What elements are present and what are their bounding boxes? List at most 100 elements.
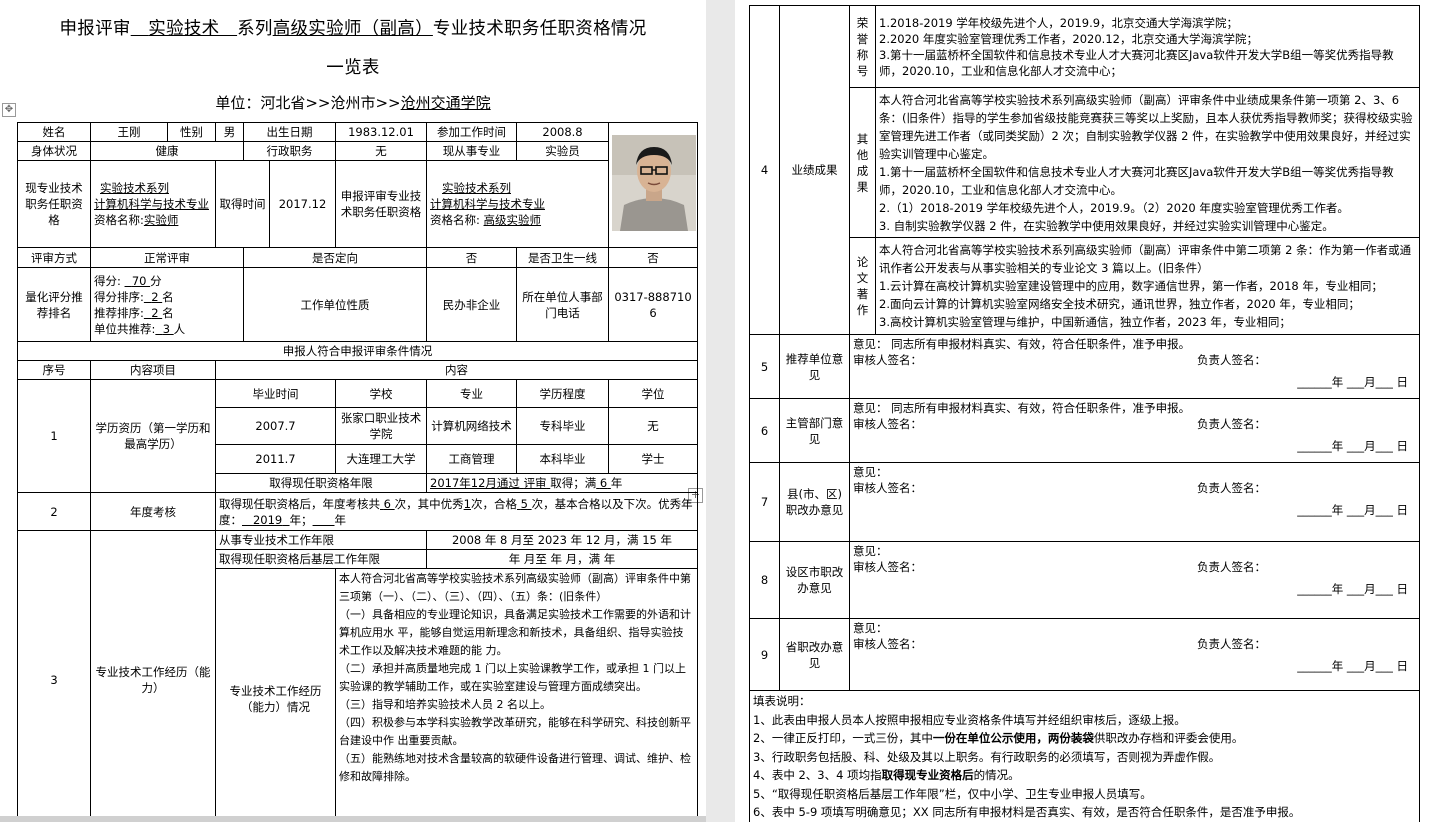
table-move-handle[interactable]: ✥: [2, 103, 16, 117]
annual-text-f: 年: [334, 512, 347, 527]
page-title: 申报评审 实验技术 系列高级实验师（副高）专业技术职务任职资格情况: [0, 15, 706, 40]
paper-item: 1.云计算在高校计算机实验室建设管理中的应用，数字通信世界，第一作者，2018 …: [879, 279, 1383, 293]
opinion-text: 意见： 同志所有申报材料真实、有效，符合任职条件，准予申报。: [853, 401, 1191, 415]
opinion-item: 设区市职改办意见: [779, 541, 850, 619]
other-item: 1.第十一届蓝桥杯全国软件和信息技术专业人才大赛河北赛区Java软件开发大学B组…: [879, 164, 1394, 197]
edu-cell: 计算机网络技术: [426, 407, 517, 445]
opinion-seq: 7: [749, 462, 780, 542]
admin-label: 行政职务: [243, 141, 336, 161]
edu-col-3: 学历程度: [516, 379, 609, 408]
title-suffix: 专业技术职务任职资格情况: [432, 19, 647, 39]
annual-item: 年度考核: [90, 492, 216, 531]
reviewer-sign: 审核人签名：: [853, 481, 922, 495]
opinion-date: ______年 ___月___ 日: [1297, 582, 1408, 596]
rec-total-unit: 人: [173, 321, 186, 336]
health-label: 身体状况: [17, 141, 91, 161]
apply-qual-label: 申报评审专业技术职务任职资格: [335, 160, 427, 248]
title-qualification: 高级实验师（副高）: [272, 19, 433, 39]
unit-prefix: 单位：河北省>>沧州市>>: [215, 94, 401, 112]
score-number: 70: [131, 273, 147, 288]
leader-sign: 负责人签名：: [1197, 481, 1266, 495]
header-item: 内容项目: [90, 360, 216, 380]
note-4-bold: 取得现专业资格后: [881, 768, 974, 782]
opinion-content: 意见： 审核人签名： 负责人签名： ______年 ___月___ 日: [849, 618, 1420, 691]
opinion-text: 意见：: [853, 544, 888, 558]
current-major-label: 现从事专业: [426, 141, 517, 161]
annual-total: 6: [380, 497, 395, 511]
annual-text-a: 取得现任职资格后，年度考核共: [219, 496, 380, 511]
name-value: 王刚: [90, 122, 168, 142]
annual-excellent: 1: [463, 496, 471, 511]
header-content: 内容: [215, 360, 698, 380]
health-value: 健康: [90, 141, 244, 161]
opinion-item: 县(市、区)职改办意见: [779, 462, 850, 542]
rank-label: 得分排序:: [94, 289, 144, 304]
edu-col-4: 学位: [608, 379, 698, 408]
annual-text-c: 次，合格: [470, 496, 517, 511]
opinion-text: 意见：: [853, 465, 888, 479]
exp-paragraph: （二）承担并高质量地完成 1 门以上实验课教学工作，或承担 1 门以上实验课的教…: [339, 662, 686, 693]
edu-years-a: 2017年12月通过: [430, 476, 520, 490]
edu-cell: 本科毕业: [516, 444, 609, 474]
exp-paragraph: （五）能熟练地对技术含量较高的软硬件设备进行管理、调试、维护、检修和故障排除。: [339, 752, 691, 783]
papers-label: 论文著作: [849, 237, 876, 335]
note-item: 1、此表由申报人员本人按照申报相应专业资格条件填写并经组织审核后，逐级上报。: [753, 712, 1186, 727]
edu-years-c: 取得；满: [550, 476, 597, 490]
note-2-c: 供职改办存档和评委会使用。: [1093, 731, 1244, 745]
admin-value: 无: [335, 141, 427, 161]
edu-item: 学历资历（第一学历和最高学历）: [90, 379, 216, 493]
current-qual-label: 现专业技术职务任职资格: [17, 160, 91, 248]
title-prefix: 申报评审: [59, 19, 131, 39]
note-item: 2、一律正反打印，一式三份，其中一份在单位公示使用，两份装袋供职改办存档和评委会…: [753, 729, 1416, 748]
apply-qual-major: 计算机科学与技术专业: [430, 197, 545, 211]
annual-blank: [313, 513, 335, 527]
current-major-value: 实验员: [516, 141, 609, 161]
reviewer-sign: 审核人签名：: [853, 353, 922, 367]
horizontal-scrollbar[interactable]: [0, 816, 706, 822]
title-line2: 一览表: [326, 58, 380, 78]
left-page: 申报评审 实验技术 系列高级实验师（副高）专业技术职务任职资格情况 一览表 单位…: [0, 0, 706, 822]
page-gap: [706, 0, 735, 822]
other-item: 2.（1）2018-2019 学年校级先进个人，2019.9。（2）2020 年…: [879, 200, 1349, 215]
leader-sign: 负责人签名：: [1197, 417, 1266, 431]
note-item: 6、表中 5-9 项填写明确意见；XX 同志所有申报材料是否真实、有效，是否符合…: [753, 805, 1301, 819]
honor-item: 3.第十一届蓝桥杯全国软件和信息技术专业人才大赛河北赛区Java软件开发大学B组…: [879, 47, 1394, 78]
exp-paragraph: （一）具备相应的专业理论知识，具备满足实验技术工作需要的外语和计算机应用水 平，…: [339, 608, 691, 657]
other-item: 3. 自制实验教学仪器 2 件，在实验教学中使用效果良好，并经过实验实训管理中心…: [879, 218, 1334, 233]
edu-years-d: 6: [596, 476, 611, 490]
opinion-item: 推荐单位意见: [779, 334, 850, 399]
reviewer-sign: 审核人签名：: [853, 637, 922, 651]
quant-label: 量化评分推荐排名: [17, 267, 91, 342]
exp-content: 本人符合河北省高等学校实验技术系列高级实验师（副高）评审条件中第三项第（一）、（…: [335, 568, 698, 822]
honors-label: 荣誉称号: [849, 5, 876, 88]
opinion-content: 意见： 审核人签名： 负责人签名： ______年 ___月___ 日: [849, 462, 1420, 542]
review-method-value: 正常评审: [90, 247, 244, 268]
other-item: 本人符合河北省高等学校实验技术系列高级实验师（副高）评审条件中业绩成果条件第一项…: [879, 92, 1413, 161]
quant-values: 得分: 70 分 得分排序: 2 名 推荐排序: 2 名 单位共推荐: 3 人: [90, 267, 244, 342]
work-start-label: 参加工作时间: [426, 122, 517, 142]
edu-cell: 专科毕业: [516, 407, 609, 445]
current-qual-name-label: 资格名称:: [94, 213, 144, 227]
exp-item: 专业技术工作经历（能力）: [90, 530, 216, 822]
exp-paragraph: 本人符合河北省高等学校实验技术系列高级实验师（副高）评审条件中第三项第（一）、（…: [339, 572, 691, 603]
opinion-item: 省职改办意见: [779, 618, 850, 691]
exp-seq: 3: [17, 530, 91, 822]
edu-col-2: 专业: [426, 379, 517, 408]
opinion-date: ______年 ___月___ 日: [1297, 659, 1408, 673]
name-label: 姓名: [17, 122, 91, 142]
annual-pass: 5: [517, 497, 532, 511]
opinion-content: 意见： 同志所有申报材料真实、有效，符合任职条件，准予申报。 审核人签名： 负责人…: [849, 334, 1420, 399]
obtain-time-value: 2017.12: [269, 160, 336, 248]
obtain-time-label: 取得时间: [215, 160, 270, 248]
current-qual-series: 实验技术系列: [100, 181, 169, 195]
paper-item: 2.面向云计算的计算机实验室网络安全技术研究，通讯世界，独立作者，2020 年，…: [879, 297, 1360, 311]
main-table-right: 4 业绩成果 荣誉称号 1.2018-2019 学年校级先进个人，2019.9，…: [749, 5, 1420, 822]
note-item: 3、行政职务包括股、科、处级及其以上职务。有行政职务的必须填写，否则视为弄虚作假…: [753, 749, 1221, 764]
edu-col-1: 学校: [335, 379, 427, 408]
exp-paragraph: （三）指导和培养实验技术人员 2 名以上。: [339, 698, 551, 711]
unit-nature-value: 民办非企业: [426, 267, 517, 342]
apply-qual-name-label: 资格名称:: [430, 213, 480, 227]
exp-paragraph: （四）积极参与本学科实验教学改革研究，能够在科学研究、科技创新平台建设中作 出重…: [339, 716, 691, 747]
note-2-bold: 一份在单位公示使用，两份装袋: [932, 731, 1094, 745]
honors-content: 1.2018-2019 学年校级先进个人，2019.9，北京交通大学海滨学院； …: [875, 5, 1420, 88]
